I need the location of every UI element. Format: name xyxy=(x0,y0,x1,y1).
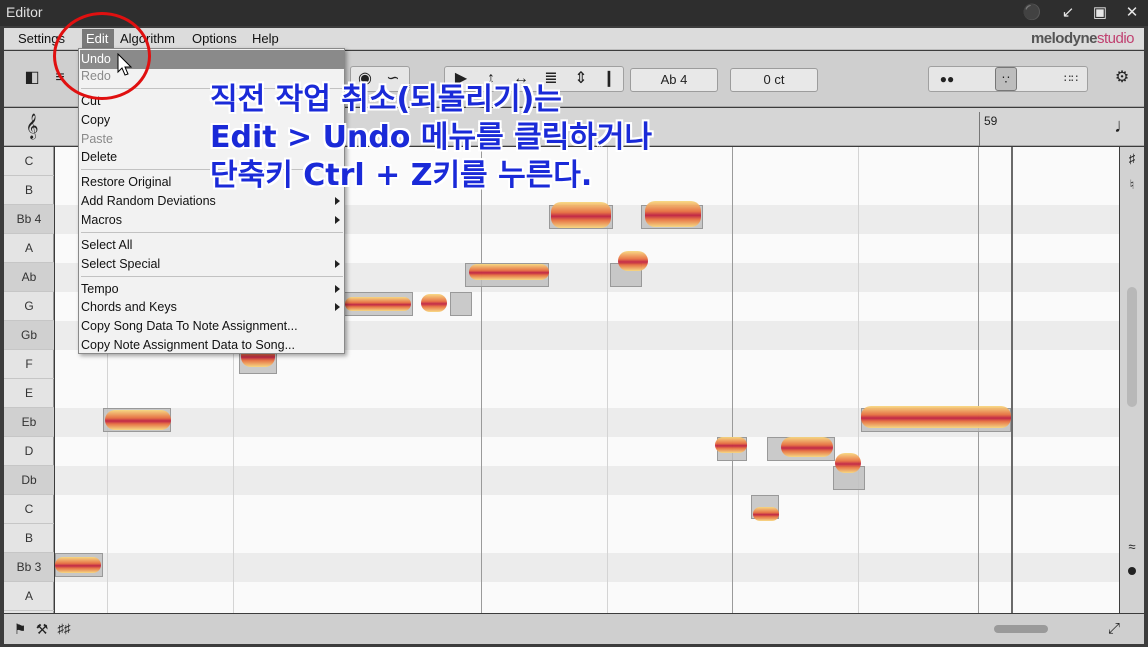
separation-tool-icon[interactable]: ❙ xyxy=(597,67,621,91)
menu-copy-note-data[interactable]: Copy Note Assignment Data to Song... xyxy=(80,336,344,355)
key-label: Bb 3 xyxy=(4,553,54,582)
note-blob[interactable] xyxy=(345,297,411,311)
note-blob[interactable] xyxy=(781,437,833,457)
note-blob[interactable] xyxy=(105,410,171,430)
vertical-scrollbar[interactable] xyxy=(1127,287,1137,407)
zoom-fit-icon[interactable]: ⤢ xyxy=(1102,617,1126,641)
note-blob[interactable] xyxy=(469,264,549,280)
pitch-field[interactable]: Ab 4 xyxy=(630,68,718,92)
key-label: B xyxy=(4,524,54,553)
menu-tempo[interactable]: Tempo xyxy=(80,280,344,299)
end-marker xyxy=(1011,147,1013,613)
key-label: Gb xyxy=(4,321,54,350)
menu-separator xyxy=(81,232,343,233)
bar-line xyxy=(732,147,733,613)
highlight-circle xyxy=(53,12,151,100)
key-label: C xyxy=(4,495,54,524)
menu-options[interactable]: Options xyxy=(192,31,237,46)
mouse-cursor-icon xyxy=(117,53,133,76)
key-label: D xyxy=(4,437,54,466)
restore-icon[interactable]: ↙ xyxy=(1058,3,1078,23)
submenu-arrow-icon xyxy=(335,197,340,205)
piano-keys: C B Bb 4 A Ab G Gb F E Eb D Db C B Bb 3 … xyxy=(4,147,54,613)
amplitude-tool-icon[interactable]: ⇕ xyxy=(569,67,593,91)
bar-number: 59 xyxy=(984,114,998,128)
key-label: A xyxy=(4,234,54,263)
grid-row xyxy=(55,466,1119,495)
key-label: Bb 4 xyxy=(4,205,54,234)
right-sidebar: ♯ ♮ ≈ xyxy=(1120,147,1144,613)
bar-marker xyxy=(979,112,980,146)
submenu-arrow-icon xyxy=(335,303,340,311)
key-label: Db xyxy=(4,466,54,495)
note-blob[interactable] xyxy=(421,294,447,312)
bar-line xyxy=(978,147,979,613)
blobs-small-icon: ●● xyxy=(939,72,955,86)
key-label: G xyxy=(4,292,54,321)
key-label: B xyxy=(4,176,54,205)
slider-handle-icon[interactable]: ∵ xyxy=(995,67,1017,91)
menu-bar: Settings Edit Algorithm Options Help mel… xyxy=(4,28,1144,50)
note-blob[interactable] xyxy=(715,437,747,453)
note-blob[interactable] xyxy=(618,251,648,271)
submenu-arrow-icon xyxy=(335,285,340,293)
gear-icon[interactable]: ⚙ xyxy=(1110,66,1134,90)
key-label: Eb xyxy=(4,408,54,437)
menu-copy-song-data[interactable]: Copy Song Data To Note Assignment... xyxy=(80,317,344,336)
note-blob[interactable] xyxy=(753,507,779,521)
bottom-bar: ⚑ ⚒ ♯♯ ⤢ xyxy=(4,614,1144,644)
cents-field[interactable]: 0 ct xyxy=(730,68,818,92)
treble-clef-icon[interactable]: 𝄞 xyxy=(20,114,44,138)
key-label: Ab xyxy=(4,263,54,292)
menu-help[interactable]: Help xyxy=(252,31,279,46)
key-label: F xyxy=(4,350,54,379)
note-blob[interactable] xyxy=(55,557,101,573)
submenu-arrow-icon xyxy=(335,216,340,224)
editor-window: Editor ⚫ ↙ ▣ ✕ Settings Edit Algorithm O… xyxy=(0,0,1148,647)
note-blob[interactable] xyxy=(450,292,472,316)
note-blob[interactable] xyxy=(645,201,701,227)
note-blob[interactable] xyxy=(835,453,861,473)
menu-add-random-deviations[interactable]: Add Random Deviations xyxy=(80,192,344,211)
brand-logo: melodynestudio xyxy=(1030,30,1135,47)
scale-icon[interactable]: ♮ xyxy=(1120,173,1144,197)
title-bar: Editor ⚫ ↙ ▣ ✕ xyxy=(0,0,1148,26)
view-slider[interactable]: ●● ∵ ∷∷ xyxy=(928,66,1088,92)
grid-line xyxy=(858,147,859,613)
pin-icon[interactable]: ⚫ xyxy=(1022,3,1042,23)
maximize-icon[interactable]: ▣ xyxy=(1090,3,1110,23)
note-value-icon[interactable]: ♩ xyxy=(1112,114,1136,138)
bar-line xyxy=(481,147,482,613)
flag-icon[interactable]: ⚑ xyxy=(8,617,32,641)
layout-toggle-icon[interactable]: ◧ xyxy=(20,66,44,90)
menu-macros[interactable]: Macros xyxy=(80,211,344,230)
menu-separator xyxy=(81,276,343,277)
annotation-line-3: 단축키 Ctrl + Z키를 누른다. xyxy=(210,158,593,193)
menu-select-all[interactable]: Select All xyxy=(80,236,344,255)
menu-chords-and-keys[interactable]: Chords and Keys xyxy=(80,298,344,317)
grid-row xyxy=(55,553,1119,582)
key-label: E xyxy=(4,379,54,408)
menu-select-special[interactable]: Select Special xyxy=(80,255,344,274)
horizontal-scrollbar[interactable] xyxy=(994,625,1048,633)
grid-sharps-icon[interactable]: ♯♯ xyxy=(52,617,76,641)
window-title: Editor xyxy=(6,4,43,20)
note-blob[interactable] xyxy=(551,202,611,228)
key-label: C xyxy=(4,147,54,176)
wrench-icon[interactable]: ⚒ xyxy=(30,617,54,641)
close-icon[interactable]: ✕ xyxy=(1122,3,1142,23)
submenu-arrow-icon xyxy=(335,260,340,268)
sharps-icon[interactable]: ♯ xyxy=(1120,147,1144,171)
zoom-slider-knob[interactable] xyxy=(1128,567,1136,575)
note-blob[interactable] xyxy=(861,406,1011,428)
blobs-large-icon: ∷∷ xyxy=(1064,73,1078,85)
key-label: A xyxy=(4,582,54,611)
waves-icon[interactable]: ≈ xyxy=(1120,535,1144,559)
